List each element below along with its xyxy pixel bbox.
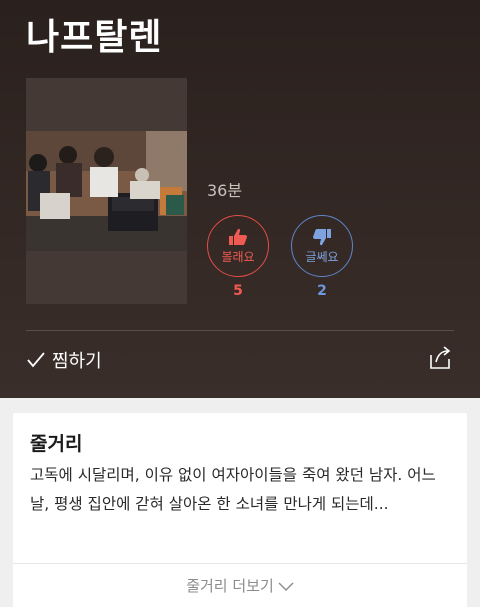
share-button[interactable] [427, 345, 453, 371]
like-count: 5 [233, 283, 243, 299]
card-divider [13, 563, 467, 564]
thumbs-down-icon [313, 228, 331, 245]
share-icon [430, 346, 451, 369]
dislike-button[interactable]: 글쎄요 [291, 215, 353, 277]
synopsis-card: 줄거리 고독에 시달리며, 이유 없이 여자아이들을 죽여 왔던 남자. 어느 … [13, 413, 467, 607]
wish-button[interactable]: 찜하기 [26, 347, 102, 373]
movie-poster[interactable] [26, 78, 187, 304]
movie-title: 나프탈렌 [26, 17, 163, 58]
poster-image [26, 131, 187, 251]
divider [26, 330, 454, 331]
synopsis-more-label: 줄거리 더보기 [186, 577, 274, 595]
dislike-label: 글쎄요 [305, 249, 339, 264]
poster-scene [26, 131, 187, 251]
thumbs-up-icon [229, 228, 247, 245]
like-button[interactable]: 볼래요 [207, 215, 269, 277]
movie-header: 나프탈렌 36분 볼래요 글쎄요 5 2 찜하기 [0, 0, 480, 398]
dislike-count: 2 [317, 283, 327, 299]
wish-label: 찜하기 [52, 351, 102, 372]
check-icon [27, 352, 45, 368]
running-time: 36분 [207, 181, 243, 200]
like-label: 볼래요 [221, 249, 255, 264]
synopsis-heading: 줄거리 [30, 433, 83, 455]
synopsis-text: 고독에 시달리며, 이유 없이 여자아이들을 죽여 왔던 남자. 어느 날, 평… [30, 466, 436, 513]
synopsis-more-button[interactable]: 줄거리 더보기 [13, 575, 467, 596]
chevron-down-icon [278, 578, 294, 596]
